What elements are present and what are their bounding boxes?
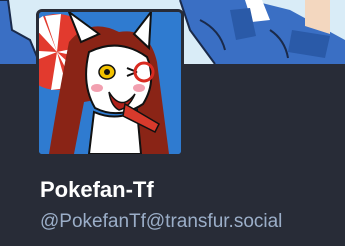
avatar[interactable]: [36, 9, 184, 157]
account-handle: @PokefanTf@transfur.social: [40, 211, 283, 232]
display-name: Pokefan-Tf: [40, 177, 154, 202]
